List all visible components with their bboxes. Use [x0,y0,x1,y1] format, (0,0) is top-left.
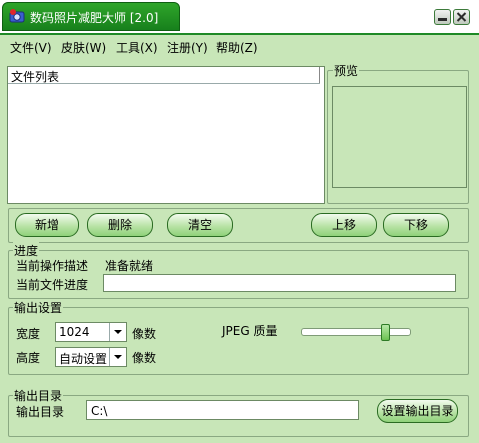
height-unit: 像数 [132,351,157,365]
chevron-down-icon [114,330,122,334]
width-select[interactable]: 1024 [55,322,127,342]
width-label: 宽度 [16,327,41,341]
menu-register[interactable]: 注册(Y) [167,39,208,56]
menu-tools[interactable]: 工具(X) [116,39,158,56]
output-directory-label: 输出目录 [16,405,65,419]
window-title: 数码照片减肥大师 [2.0] [30,11,159,25]
close-button[interactable] [453,9,470,25]
menu-file[interactable]: 文件(V) [10,39,52,56]
minimize-icon [438,18,447,21]
width-dropdown-arrow[interactable] [109,323,126,341]
set-output-directory-button[interactable]: 设置输出目录 [377,399,458,423]
current-operation-label: 当前操作描述 [16,259,89,273]
menu-skin[interactable]: 皮肤(W) [61,39,106,56]
move-down-button[interactable]: 下移 [383,213,449,237]
main-window: 数码照片减肥大师 [2.0] 文件(V) 皮肤(W) 工具(X) 注册(Y) 帮… [0,0,479,443]
output-settings-label: 输出设置 [13,299,64,316]
column-separator[interactable] [319,67,322,83]
width-value: 1024 [59,325,90,339]
close-icon [456,12,467,22]
current-operation-value: 准备就绪 [105,259,154,273]
current-file-progress-label: 当前文件进度 [16,278,89,292]
add-button[interactable]: 新增 [15,213,79,237]
delete-button[interactable]: 删除 [87,213,153,237]
height-label: 高度 [16,351,41,365]
output-directory-input[interactable]: C:\ [86,400,359,420]
app-icon [9,9,25,23]
file-list-column-header[interactable]: 文件列表 [11,68,59,85]
jpeg-quality-label: JPEG 质量 [222,324,278,338]
jpeg-quality-slider-thumb[interactable] [380,324,390,341]
preview-label: 预览 [333,62,360,79]
height-select[interactable]: 自动设置 [55,347,127,367]
title-bar[interactable]: 数码照片减肥大师 [2.0] [0,0,479,33]
menu-help[interactable]: 帮助(Z) [216,39,258,56]
preview-pane [332,86,467,188]
width-unit: 像数 [132,327,157,341]
file-progress-bar [103,274,456,292]
move-up-button[interactable]: 上移 [311,213,377,237]
jpeg-quality-slider[interactable] [301,328,411,336]
menu-bar: 文件(V) 皮肤(W) 工具(X) 注册(Y) 帮助(Z) [0,33,479,57]
chevron-down-icon [114,355,122,359]
clear-button[interactable]: 清空 [167,213,233,237]
title-tab: 数码照片减肥大师 [2.0] [2,2,180,31]
file-list[interactable]: 文件列表 [7,66,325,204]
output-directory-group-label: 输出目录 [13,387,64,404]
height-value: 自动设置 [59,352,108,366]
height-dropdown-arrow[interactable] [109,348,126,366]
file-list-header[interactable]: 文件列表 [8,67,320,84]
minimize-button[interactable] [434,9,451,25]
